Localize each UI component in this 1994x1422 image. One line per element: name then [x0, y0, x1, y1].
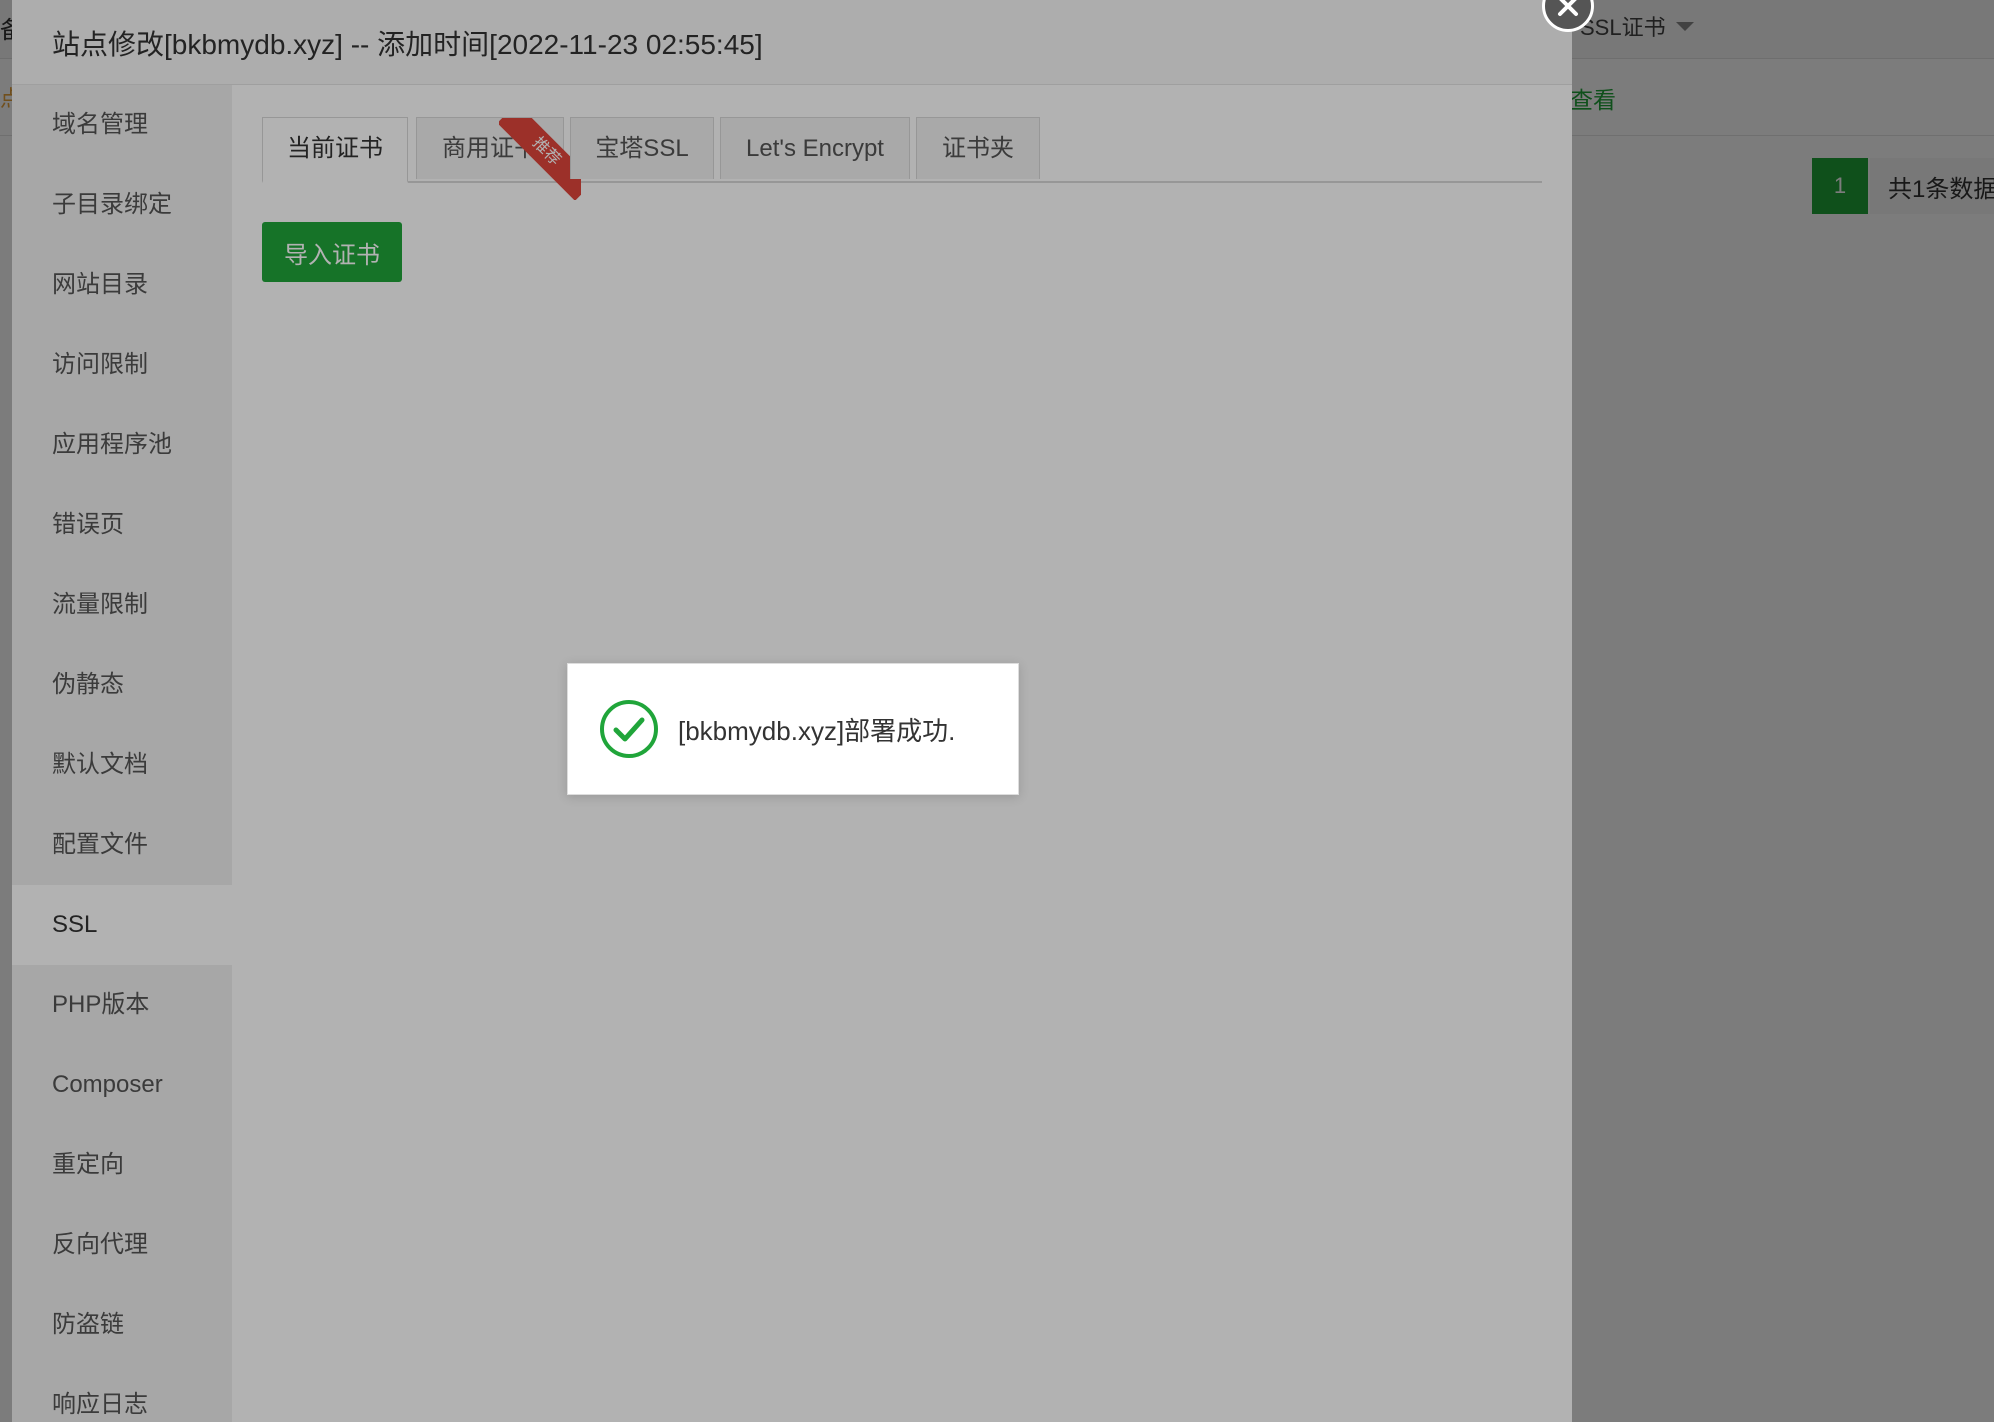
check-circle-icon [600, 700, 658, 758]
close-icon [1558, 0, 1578, 16]
toast-message: [bkbmydb.xyz]部署成功. [678, 715, 956, 746]
success-toast: [bkbmydb.xyz]部署成功. [567, 663, 1019, 795]
